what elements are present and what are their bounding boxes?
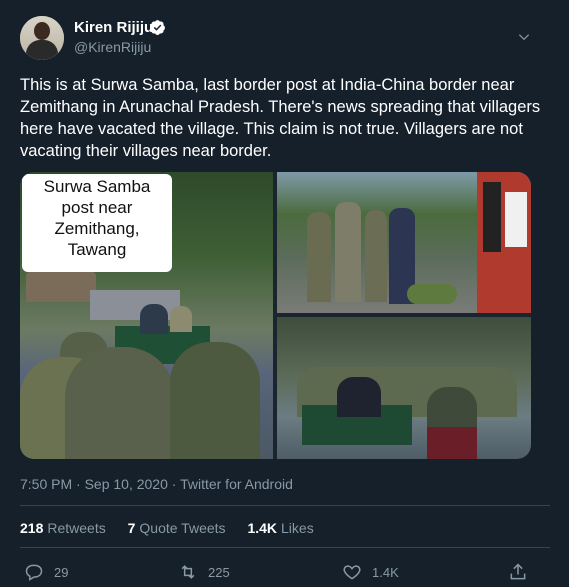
quotes-count: 7 <box>127 520 136 536</box>
media-photo-2[interactable] <box>277 172 531 313</box>
reply-button[interactable]: 29 <box>24 560 68 584</box>
media-photo-1[interactable]: Surwa Samba post near Zemithang, Tawang <box>20 172 273 459</box>
retweet-icon <box>181 565 195 579</box>
like-count: 1.4K <box>372 564 399 580</box>
tweet-timestamp[interactable]: 7:50 PM · Sep 10, 2020 · Twitter for And… <box>20 476 293 492</box>
retweet-count: 225 <box>208 564 230 580</box>
verified-badge-icon <box>150 20 165 35</box>
caption-line: Zemithang, <box>54 219 140 238</box>
likes-count: 1.4K <box>247 520 278 536</box>
media-photo-3[interactable] <box>277 317 531 459</box>
avatar[interactable] <box>20 16 64 60</box>
chevron-down-icon[interactable] <box>517 30 531 44</box>
tweet-header: Kiren Rijiju @KirenRijiju <box>20 16 550 64</box>
retweet-button[interactable]: 225 <box>178 560 230 584</box>
share-icon <box>510 563 526 580</box>
retweets-label: Retweets <box>47 520 106 536</box>
photo-caption: Surwa Samba post near Zemithang, Tawang <box>22 174 172 272</box>
heart-icon <box>343 565 361 580</box>
media-grid: Surwa Samba post near Zemithang, Tawang <box>20 172 531 459</box>
retweets-count: 218 <box>20 520 44 536</box>
share-button[interactable] <box>508 560 538 584</box>
caption-line: Tawang <box>67 240 127 259</box>
author-name[interactable]: Kiren Rijiju <box>74 19 153 36</box>
caption-line: post near <box>61 198 133 217</box>
divider <box>20 547 550 548</box>
caption-line: Surwa Samba <box>43 177 151 196</box>
reply-icon <box>25 564 43 581</box>
retweets-stat[interactable]: 218 Retweets <box>20 520 106 536</box>
likes-stat[interactable]: 1.4K Likes <box>247 520 313 536</box>
tweet-stats: 218 Retweets 7 Quote Tweets 1.4K Likes <box>20 520 332 536</box>
like-button[interactable]: 1.4K <box>342 560 399 584</box>
reply-count: 29 <box>54 564 69 580</box>
tweet-actions: 29 225 1.4K <box>20 560 550 584</box>
likes-label: Likes <box>281 520 314 536</box>
divider <box>20 505 550 506</box>
quotes-label: Quote Tweets <box>139 520 226 536</box>
quotes-stat[interactable]: 7 Quote Tweets <box>128 520 226 536</box>
author-handle[interactable]: @KirenRijiju <box>74 39 151 55</box>
tweet-text: This is at Surwa Samba, last border post… <box>20 76 541 160</box>
